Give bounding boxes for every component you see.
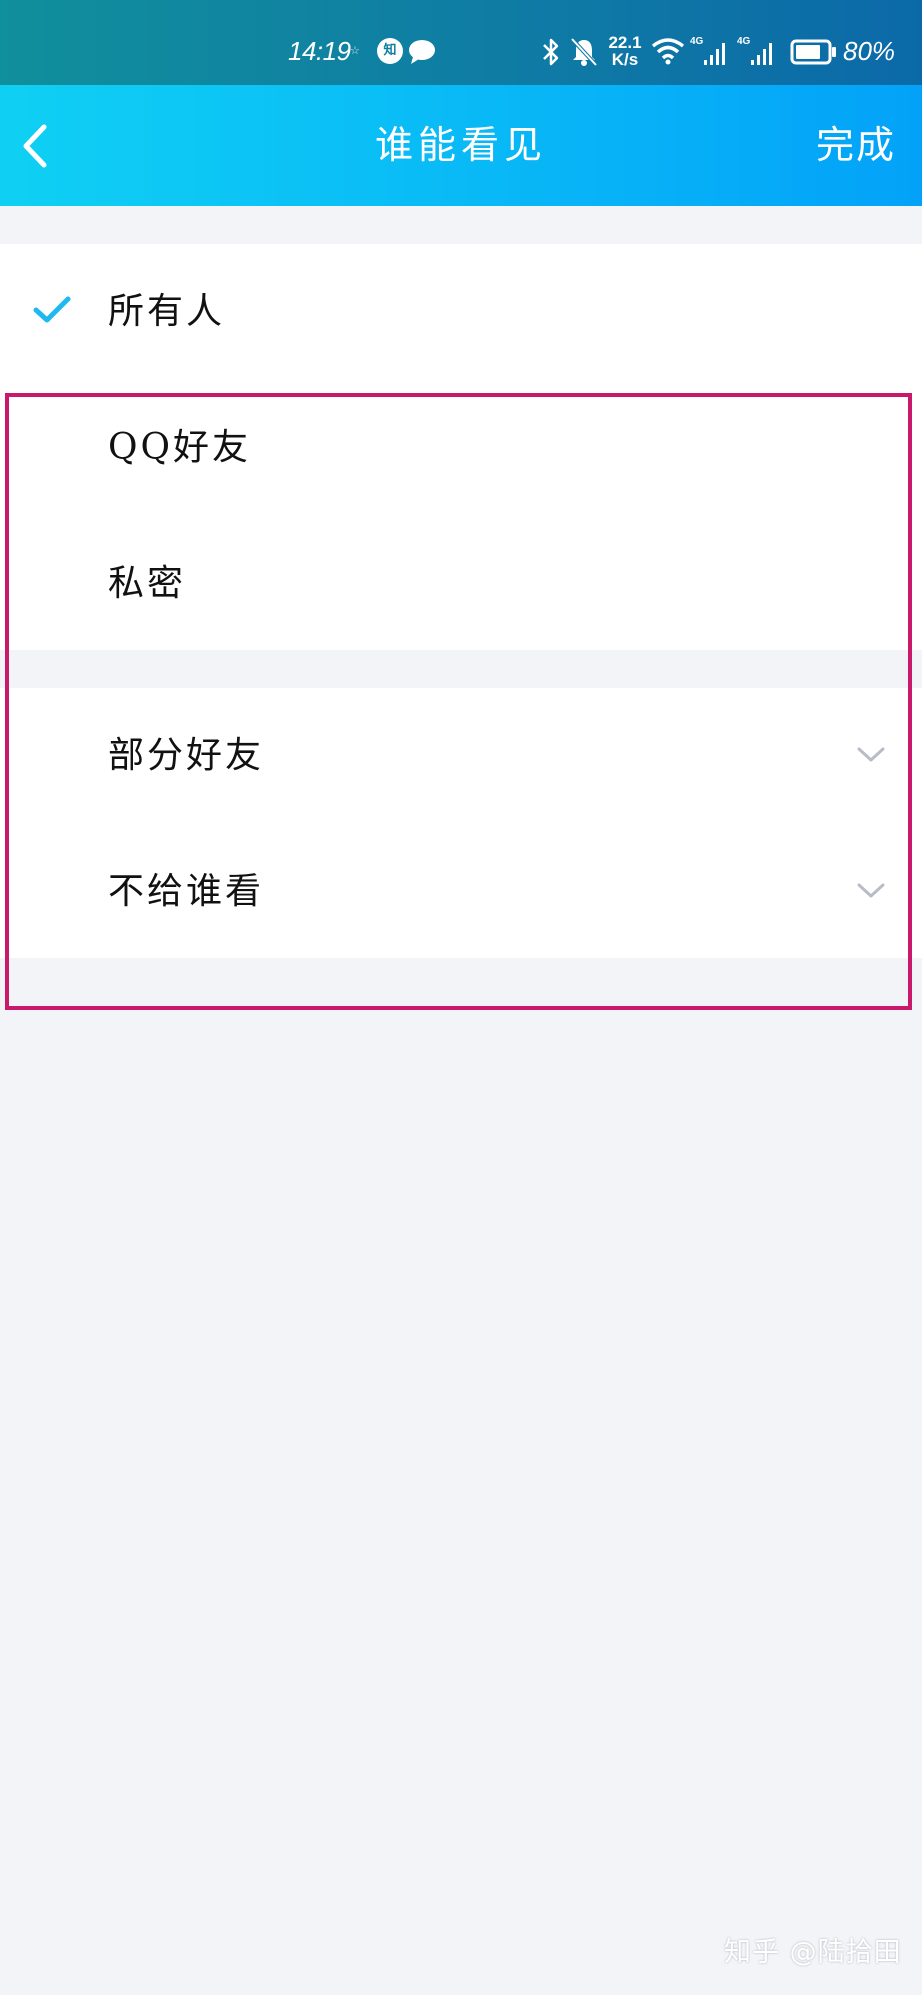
option-everyone-label: 所有人 <box>108 291 226 332</box>
network-speed-unit: K/s <box>611 50 639 69</box>
wifi-icon <box>651 38 685 65</box>
status-small-icon: ☆ <box>350 44 360 57</box>
zhihu-notification-icon: 知 <box>377 38 403 64</box>
nav-bar: 谁能看见 完成 <box>0 85 922 206</box>
mute-bell-icon <box>570 37 598 67</box>
battery-icon <box>790 39 836 65</box>
checkmark-icon <box>33 296 71 323</box>
option-hide-from[interactable]: 不给谁看 <box>0 824 922 960</box>
signal-icon-2 <box>751 43 772 65</box>
network-speed-value: 22.1 <box>608 33 642 52</box>
option-qq-friends[interactable]: QQ好友 <box>0 380 922 516</box>
status-time: 14:19 <box>288 36 351 66</box>
network-speed: 22.1 K/s <box>607 34 643 68</box>
message-bubble-icon <box>409 40 435 64</box>
option-everyone[interactable]: 所有人 <box>0 244 922 380</box>
network-type-2: 4G <box>737 36 751 47</box>
visibility-options-group: 所有人 QQ好友 私密 <box>0 244 922 650</box>
option-hide-from-label: 不给谁看 <box>108 871 265 912</box>
status-bar: 14:19 ☆ 知 22.1 K/s 4G 4G 80% <box>0 0 922 85</box>
option-private-label: 私密 <box>108 563 187 604</box>
watermark: 知乎 @陆拾田 <box>724 1937 902 1968</box>
done-button[interactable]: 完成 <box>816 115 896 175</box>
battery-fill <box>796 45 820 59</box>
chevron-down-icon <box>857 883 885 898</box>
option-private[interactable]: 私密 <box>0 516 922 652</box>
page-title: 谁能看见 <box>374 123 547 167</box>
option-some-friends[interactable]: 部分好友 <box>0 688 922 824</box>
chevron-down-icon <box>857 747 885 762</box>
network-type-1: 4G <box>690 36 704 47</box>
battery-percent: 80% <box>843 36 896 66</box>
bluetooth-icon <box>543 38 559 66</box>
option-qq-friends-label: QQ好友 <box>108 427 252 468</box>
partial-visibility-group: 部分好友 不给谁看 <box>0 688 922 958</box>
option-some-friends-label: 部分好友 <box>108 735 265 776</box>
signal-icon-1 <box>704 43 725 65</box>
